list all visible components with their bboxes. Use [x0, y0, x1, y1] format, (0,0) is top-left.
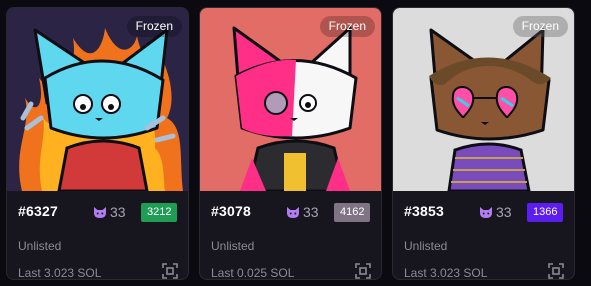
scan-icon[interactable]	[548, 263, 564, 279]
scan-icon[interactable]	[162, 263, 178, 279]
frozen-badge: Frozen	[319, 16, 375, 37]
listing-status: Unlisted	[18, 239, 62, 253]
last-price: Last 0.025 SOL	[211, 266, 295, 280]
last-price: Last 3.023 SOL	[18, 266, 102, 280]
nft-card[interactable]: Frozen #3078 33 4162 Unlisted Last 0.025…	[199, 7, 382, 280]
scan-icon[interactable]	[355, 263, 371, 279]
nft-info: #3853 33 1366 Unlisted Last 3.023 SOL	[393, 191, 574, 280]
nft-image[interactable]: Frozen	[7, 8, 188, 191]
fox-icon	[480, 207, 492, 218]
fox-icon	[94, 207, 106, 218]
rank-badge: 3212	[141, 203, 178, 222]
nft-info: #3078 33 4162 Unlisted Last 0.025 SOL	[200, 191, 381, 280]
nft-image[interactable]: Frozen	[200, 8, 381, 191]
listing-status: Unlisted	[404, 239, 448, 253]
last-price: Last 3.023 SOL	[404, 266, 488, 280]
token-id: #6327	[18, 203, 58, 219]
frozen-badge: Frozen	[126, 16, 182, 37]
nft-info: #6327 33 3212 Unlisted Last 3.023 SOL	[7, 191, 188, 280]
nft-card[interactable]: Frozen #6327 33 3212 Unlisted Last 3.023…	[6, 7, 189, 280]
score-value: 33	[496, 204, 512, 220]
rank-badge: 1366	[527, 203, 564, 222]
nft-image[interactable]: Frozen	[393, 8, 574, 191]
token-id: #3078	[211, 203, 251, 219]
score-value: 33	[110, 204, 126, 220]
score-value: 33	[303, 204, 319, 220]
listing-status: Unlisted	[211, 239, 255, 253]
frozen-badge: Frozen	[512, 16, 568, 37]
nft-card[interactable]: Frozen #3853 33 1366 Unlisted Last 3.023…	[392, 7, 575, 280]
fox-icon	[287, 207, 299, 218]
rank-badge: 4162	[334, 203, 371, 222]
token-id: #3853	[404, 203, 444, 219]
